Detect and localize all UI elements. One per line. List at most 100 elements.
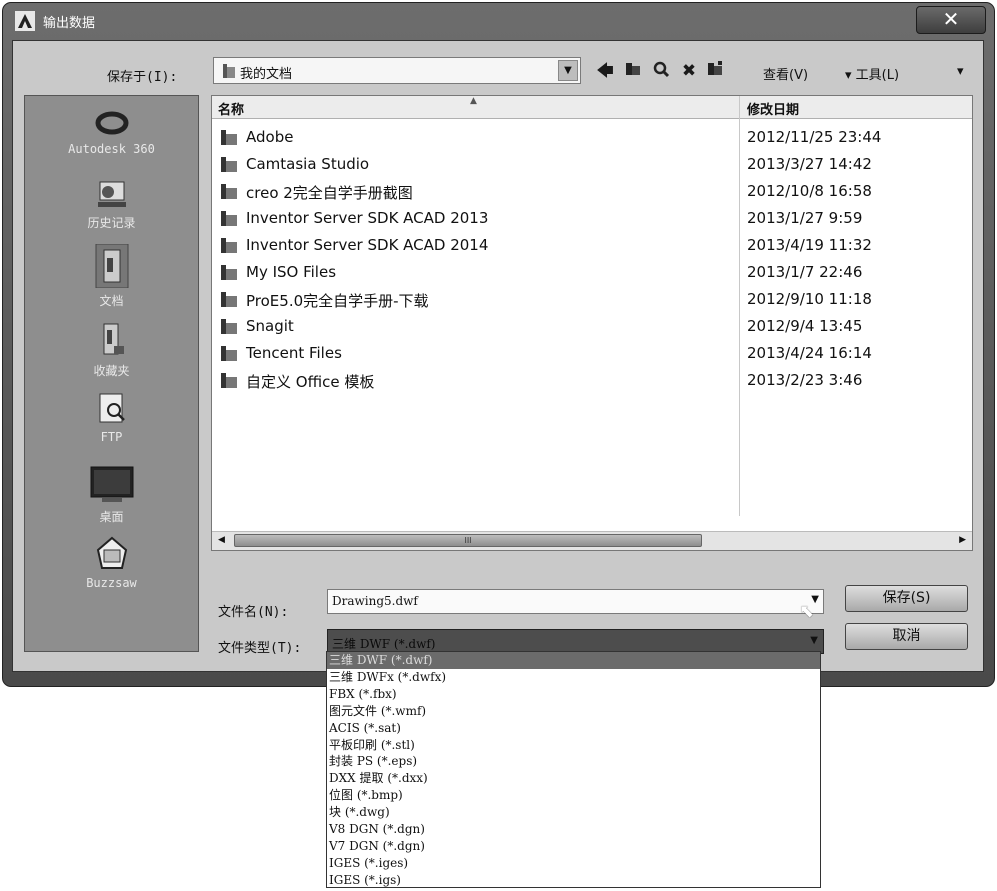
chevron-down-icon[interactable]: ▼ — [558, 60, 578, 81]
file-name: 自定义 Office 模板 — [246, 373, 375, 391]
filetype-option[interactable]: V8 DGN (*.dgn) — [327, 821, 820, 838]
folder-icon — [221, 184, 237, 199]
window-title: 输出数据 — [43, 16, 96, 31]
place-autodesk-360[interactable]: Autodesk 360 — [25, 108, 198, 156]
filetype-option[interactable]: 图元文件 (*.wmf) — [327, 703, 820, 720]
place-favorites[interactable]: 收藏夹 — [25, 322, 198, 379]
filetype-option[interactable]: 平板印刷 (*.stl) — [327, 737, 820, 754]
file-name: Snagit — [246, 317, 294, 335]
file-date: 2013/2/23 3:46 — [747, 371, 863, 389]
file-name: creo 2完全自学手册截图 — [246, 184, 413, 202]
save-button[interactable]: 保存(S) — [845, 585, 968, 612]
file-date: 2013/3/27 14:42 — [747, 155, 872, 173]
place-label: 桌面 — [99, 510, 124, 524]
filename-value: Drawing5.dwf — [332, 594, 418, 608]
filename-label: 文件名(N): — [218, 605, 289, 620]
title-bar[interactable]: 输出数据 ✕ — [3, 3, 994, 39]
filetype-option[interactable]: 三维 DWF (*.dwf) — [327, 652, 820, 669]
place-desktop[interactable]: 桌面 — [25, 466, 198, 525]
filetype-dropdown-list[interactable]: 三维 DWF (*.dwf) 三维 DWFx (*.dwfx) FBX (*.fbx… — [326, 651, 821, 888]
file-date: 2012/11/25 23:44 — [747, 128, 882, 146]
file-row[interactable]: Snagit 2012/9/4 13:45 — [212, 313, 972, 340]
file-row[interactable]: creo 2完全自学手册截图 2012/10/8 16:58 — [212, 178, 972, 205]
buzzsaw-icon — [96, 536, 127, 569]
file-row[interactable]: Camtasia Studio 2013/3/27 14:42 — [212, 151, 972, 178]
folder-icon — [221, 211, 237, 226]
filetype-option[interactable]: IGES (*.iges) — [327, 855, 820, 872]
file-row[interactable]: Adobe 2012/11/25 23:44 — [212, 124, 972, 151]
folder-icon — [221, 238, 237, 253]
filetype-option[interactable]: IGES (*.igs) — [327, 872, 820, 889]
back-arrow-icon[interactable]: 🡄 — [595, 60, 615, 82]
folder-icon — [221, 157, 237, 172]
place-label: Autodesk 360 — [68, 142, 155, 156]
filetype-option[interactable]: 位图 (*.bmp) — [327, 787, 820, 804]
filetype-option[interactable]: DXX 提取 (*.dxx) — [327, 770, 820, 787]
dialog-client-area: 保存于(I): 我的文档 ▼ 🡄 ✖ 查看(V) ▾ 工具(L) ▾ Autod… — [12, 40, 984, 672]
filetype-option[interactable]: 块 (*.dwg) — [327, 804, 820, 821]
file-list-header: 名称 ▲ 修改日期 — [212, 96, 972, 119]
column-header-date[interactable]: 修改日期 — [747, 99, 799, 118]
file-row[interactable]: 自定义 Office 模板 2013/2/23 3:46 — [212, 367, 972, 394]
up-folder-icon[interactable] — [623, 60, 643, 82]
filename-input[interactable]: Drawing5.dwf ▼ — [327, 589, 824, 614]
filetype-label: 文件类型(T): — [218, 641, 302, 656]
save-in-value: 我的文档 — [240, 67, 293, 82]
close-button[interactable]: ✕ — [916, 6, 986, 34]
filetype-option[interactable]: 三维 DWFx (*.dwfx) — [327, 669, 820, 686]
favorites-icon — [103, 323, 124, 355]
place-history[interactable]: 历史记录 — [25, 178, 198, 231]
filetype-option[interactable]: V7 DGN (*.dgn) — [327, 838, 820, 855]
file-name: Adobe — [246, 128, 294, 146]
file-row[interactable]: Tencent Files 2013/4/24 16:14 — [212, 340, 972, 367]
new-folder-icon[interactable] — [705, 60, 725, 82]
file-row[interactable]: ProE5.0完全自学手册-下载 2012/9/10 11:18 — [212, 286, 972, 313]
folder-icon — [223, 64, 235, 78]
autocad-app-icon — [15, 11, 35, 31]
place-label: 历史记录 — [87, 216, 136, 230]
place-documents[interactable]: 文档 — [25, 244, 198, 309]
chevron-down-icon[interactable]: ▼ — [810, 635, 818, 646]
place-label: Buzzsaw — [86, 576, 137, 590]
desktop-icon — [90, 466, 133, 502]
file-row[interactable]: My ISO Files 2013/1/7 22:46 — [212, 259, 972, 286]
delete-icon[interactable]: ✖ — [679, 60, 699, 82]
file-date: 2013/1/7 22:46 — [747, 263, 863, 281]
folder-icon — [221, 346, 237, 361]
places-bar: Autodesk 360 历史记录 文档 收藏夹 FTP 桌面 Buzzsaw — [24, 95, 199, 652]
file-date: 2012/9/4 13:45 — [747, 317, 863, 335]
ftp-icon — [99, 393, 125, 423]
filetype-value: 三维 DWF (*.dwf) — [332, 637, 436, 651]
documents-icon — [95, 244, 128, 288]
more-menu-chevron[interactable]: ▾ — [957, 64, 964, 79]
file-row[interactable]: Inventor Server SDK ACAD 2013 2013/1/27 9… — [212, 205, 972, 232]
file-date: 2013/4/19 11:32 — [747, 236, 872, 254]
filetype-option[interactable]: FBX (*.fbx) — [327, 686, 820, 703]
horizontal-scrollbar[interactable]: ◀ III ▶ — [212, 531, 972, 550]
column-header-name[interactable]: 名称 — [218, 99, 244, 118]
save-in-combobox[interactable]: 我的文档 ▼ — [213, 57, 581, 84]
file-list[interactable]: 名称 ▲ 修改日期 Adobe 2012/11/25 23:44 Camtasia … — [211, 95, 973, 551]
folder-icon — [221, 373, 237, 388]
scroll-right-icon[interactable]: ▶ — [959, 535, 966, 545]
view-menu[interactable]: 查看(V) — [763, 64, 808, 83]
place-label: 文档 — [99, 294, 124, 308]
place-buzzsaw[interactable]: Buzzsaw — [25, 536, 198, 590]
search-web-icon[interactable] — [651, 60, 671, 82]
folder-icon — [221, 130, 237, 145]
mouse-pointer-icon: ⬉ — [799, 601, 815, 622]
filetype-option[interactable]: 封装 PS (*.eps) — [327, 753, 820, 770]
file-name: ProE5.0完全自学手册-下载 — [246, 292, 429, 310]
file-date: 2012/10/8 16:58 — [747, 182, 872, 200]
filetype-option[interactable]: ACIS (*.sat) — [327, 720, 820, 737]
history-icon — [97, 181, 126, 207]
file-row[interactable]: Inventor Server SDK ACAD 2014 2013/4/19 1… — [212, 232, 972, 259]
file-name: My ISO Files — [246, 263, 337, 281]
cancel-button[interactable]: 取消 — [845, 623, 968, 650]
file-date: 2013/1/27 9:59 — [747, 209, 863, 227]
scrollbar-thumb[interactable]: III — [234, 534, 702, 547]
scroll-left-icon[interactable]: ◀ — [218, 535, 225, 545]
place-label: 收藏夹 — [93, 364, 130, 378]
place-ftp[interactable]: FTP — [25, 392, 198, 444]
tools-menu[interactable]: ▾ 工具(L) — [845, 64, 899, 83]
